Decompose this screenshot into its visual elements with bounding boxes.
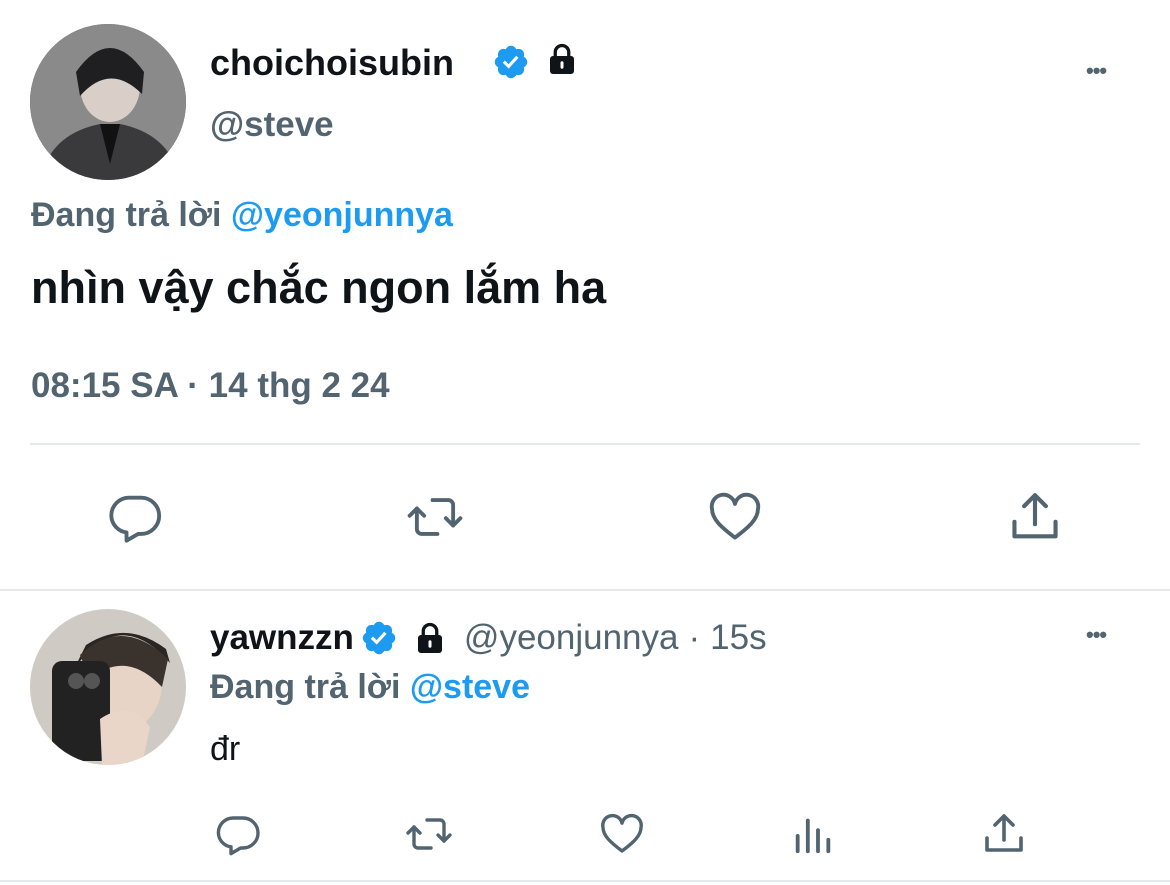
reply-mention-link[interactable]: @yeonjunnya	[231, 196, 453, 234]
reply-tweet-display-name[interactable]: yawnzzn	[210, 618, 354, 658]
main-tweet-handle[interactable]: @steve	[210, 105, 334, 145]
share-icon[interactable]	[980, 810, 1028, 858]
like-icon[interactable]	[705, 488, 765, 546]
reply-icon[interactable]	[214, 810, 262, 858]
reply-tweet-text: đr	[210, 730, 241, 768]
like-icon[interactable]	[597, 810, 647, 858]
avatar-photo	[30, 609, 186, 765]
reply-tweet-reply-context: Đang trả lời @steve	[210, 668, 530, 707]
bottom-divider	[0, 880, 1170, 882]
retweet-icon[interactable]	[402, 810, 456, 858]
reply-icon[interactable]	[106, 488, 164, 546]
verified-badge-icon	[492, 43, 530, 81]
reply-tweet-avatar[interactable]	[30, 609, 186, 765]
main-tweet-text: nhìn vậy chắc ngon lắm ha	[31, 262, 607, 313]
lock-icon	[412, 620, 448, 656]
main-tweet-reply-context: Đang trả lời @yeonjunnya	[31, 196, 453, 235]
reply-tweet-handle[interactable]: @yeonjunnya	[464, 618, 679, 658]
reply-prefix: Đang trả lời	[210, 668, 401, 706]
reply-mention-link[interactable]: @steve	[410, 668, 530, 706]
lock-icon	[544, 41, 580, 77]
views-icon[interactable]	[790, 810, 836, 858]
share-icon[interactable]	[1006, 488, 1064, 546]
reply-tweet-header: yawnzzn @yeonjunnya · 15s	[210, 618, 767, 658]
verified-badge-icon	[360, 619, 398, 657]
reply-tweet-time[interactable]: 15s	[710, 618, 766, 658]
header-separator: ·	[688, 618, 701, 657]
more-icon[interactable]: •••	[1086, 58, 1107, 84]
main-tweet-avatar[interactable]	[30, 24, 186, 180]
more-icon[interactable]: •••	[1086, 622, 1107, 648]
retweet-icon[interactable]	[404, 488, 466, 546]
tweet-separator	[0, 589, 1170, 591]
avatar-photo	[30, 24, 186, 180]
main-tweet-timestamp[interactable]: 08:15 SA · 14 thg 2 24	[31, 366, 390, 406]
timestamp-divider	[30, 443, 1140, 445]
main-tweet-display-name[interactable]: choichoisubin	[210, 42, 454, 84]
reply-prefix: Đang trả lời	[31, 196, 222, 234]
